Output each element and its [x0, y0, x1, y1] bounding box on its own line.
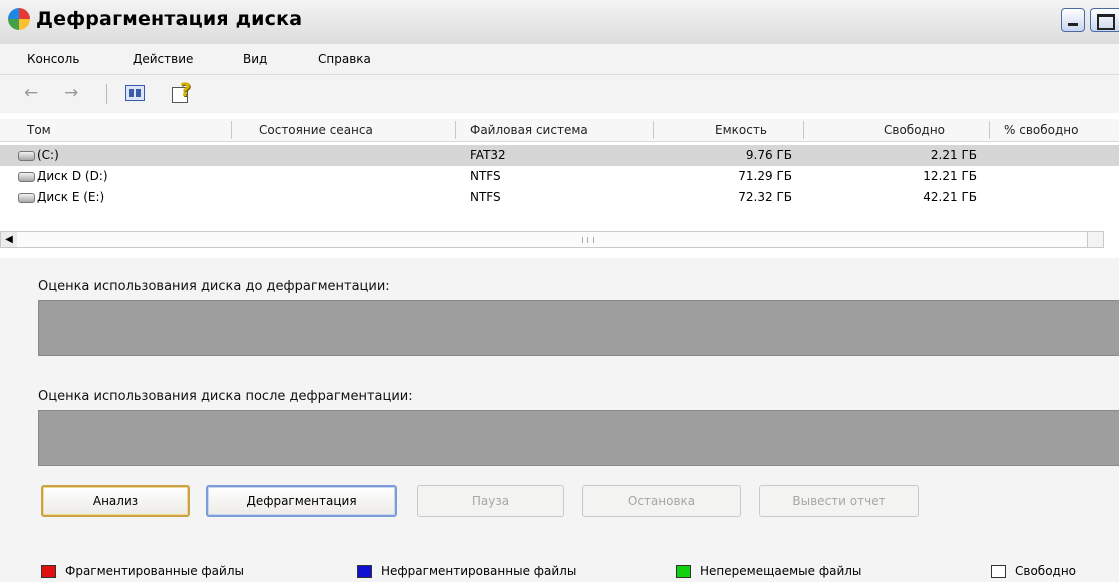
- volume-capacity: 71.29 ГБ: [738, 169, 792, 183]
- report-button[interactable]: Вывести отчет: [759, 485, 919, 517]
- usage-after-label: Оценка использования диска после дефрагм…: [38, 389, 413, 404]
- toolbar: ← → ?: [0, 75, 1119, 114]
- legend-label: Нефрагментированные файлы: [381, 564, 577, 578]
- column-divider[interactable]: [231, 121, 232, 139]
- column-header-volume[interactable]: Том: [27, 123, 51, 137]
- legend-fragmented: Фрагментированные файлы: [41, 563, 341, 581]
- column-header-session-status[interactable]: Состояние сеанса: [259, 123, 373, 137]
- volume-list-header: Том Состояние сеанса Файловая система Ем…: [0, 119, 1119, 142]
- volume-row[interactable]: Диск E (E:) NTFS 72.32 ГБ 42.21 ГБ: [0, 187, 1119, 208]
- analyze-button[interactable]: Анализ: [41, 485, 190, 517]
- column-header-percent-free[interactable]: % свободно: [1004, 123, 1078, 137]
- volume-capacity: 9.76 ГБ: [745, 148, 792, 162]
- title-bar[interactable]: Дефрагментация диска: [0, 0, 1119, 45]
- menu-help[interactable]: Справка: [318, 52, 371, 66]
- legend-label: Свободно: [1015, 564, 1077, 578]
- help-icon[interactable]: ?: [172, 79, 194, 103]
- window-title: Дефрагментация диска: [36, 8, 303, 30]
- usage-after-display: [38, 410, 1119, 466]
- minimize-button[interactable]: [1061, 8, 1085, 32]
- maximize-button[interactable]: [1090, 8, 1119, 32]
- column-divider[interactable]: [653, 121, 654, 139]
- volume-name: (C:): [37, 148, 59, 162]
- scroll-left-arrow-icon[interactable]: ◀: [1, 232, 18, 247]
- volume-name: Диск E (E:): [37, 190, 105, 204]
- volume-file-system: FAT32: [470, 148, 506, 162]
- legend-label: Фрагментированные файлы: [65, 564, 244, 578]
- legend-swatch-unmovable: [676, 565, 691, 578]
- back-arrow-icon[interactable]: ←: [24, 83, 38, 103]
- volume-row[interactable]: Диск D (D:) NTFS 71.29 ГБ 12.21 ГБ: [0, 166, 1119, 187]
- toolbar-separator: [106, 84, 107, 104]
- legend-contiguous: Нефрагментированные файлы: [357, 563, 657, 581]
- volume-file-system: NTFS: [470, 169, 501, 183]
- usage-before-label: Оценка использования диска до дефрагмент…: [38, 279, 390, 294]
- forward-arrow-icon[interactable]: →: [64, 83, 78, 103]
- legend-label: Неперемещаемые файлы: [700, 564, 862, 578]
- legend-unmovable: Неперемещаемые файлы: [676, 563, 976, 581]
- column-header-capacity[interactable]: Емкость: [715, 123, 767, 137]
- column-header-file-system[interactable]: Файловая система: [470, 123, 588, 137]
- legend-free-space: Свободно: [991, 563, 1119, 581]
- column-header-free[interactable]: Свободно: [884, 123, 945, 137]
- scrollbar-thumb[interactable]: [17, 232, 1088, 247]
- horizontal-scrollbar[interactable]: ◀: [0, 231, 1104, 248]
- volume-capacity: 72.32 ГБ: [738, 190, 792, 204]
- column-divider[interactable]: [455, 121, 456, 139]
- defragment-button[interactable]: Дефрагментация: [206, 485, 397, 517]
- defrag-app-icon: [8, 8, 30, 30]
- menu-bar: Консоль Действие Вид Справка: [0, 44, 1119, 75]
- legend-swatch-free: [991, 565, 1006, 578]
- column-divider[interactable]: [989, 121, 990, 139]
- disk-drive-icon: [18, 172, 35, 182]
- question-mark-icon: ?: [180, 79, 192, 101]
- pause-button[interactable]: Пауза: [417, 485, 564, 517]
- volume-name: Диск D (D:): [37, 169, 108, 183]
- legend-swatch-fragmented: [41, 565, 56, 578]
- disk-drive-icon: [18, 151, 35, 161]
- volume-row[interactable]: (C:) FAT32 9.76 ГБ 2.21 ГБ: [0, 145, 1119, 166]
- usage-before-display: [38, 300, 1119, 356]
- menu-console[interactable]: Консоль: [27, 52, 79, 66]
- stop-button[interactable]: Остановка: [582, 485, 741, 517]
- show-hide-console-tree-icon[interactable]: [125, 85, 145, 101]
- disk-drive-icon: [18, 193, 35, 203]
- column-divider[interactable]: [803, 121, 804, 139]
- volume-free: 12.21 ГБ: [923, 169, 977, 183]
- scrollbar-grip-icon: [582, 237, 594, 243]
- legend-swatch-contiguous: [357, 565, 372, 578]
- volume-free: 2.21 ГБ: [930, 148, 977, 162]
- volume-file-system: NTFS: [470, 190, 501, 204]
- menu-action[interactable]: Действие: [133, 52, 193, 66]
- menu-view[interactable]: Вид: [243, 52, 267, 66]
- volume-free: 42.21 ГБ: [923, 190, 977, 204]
